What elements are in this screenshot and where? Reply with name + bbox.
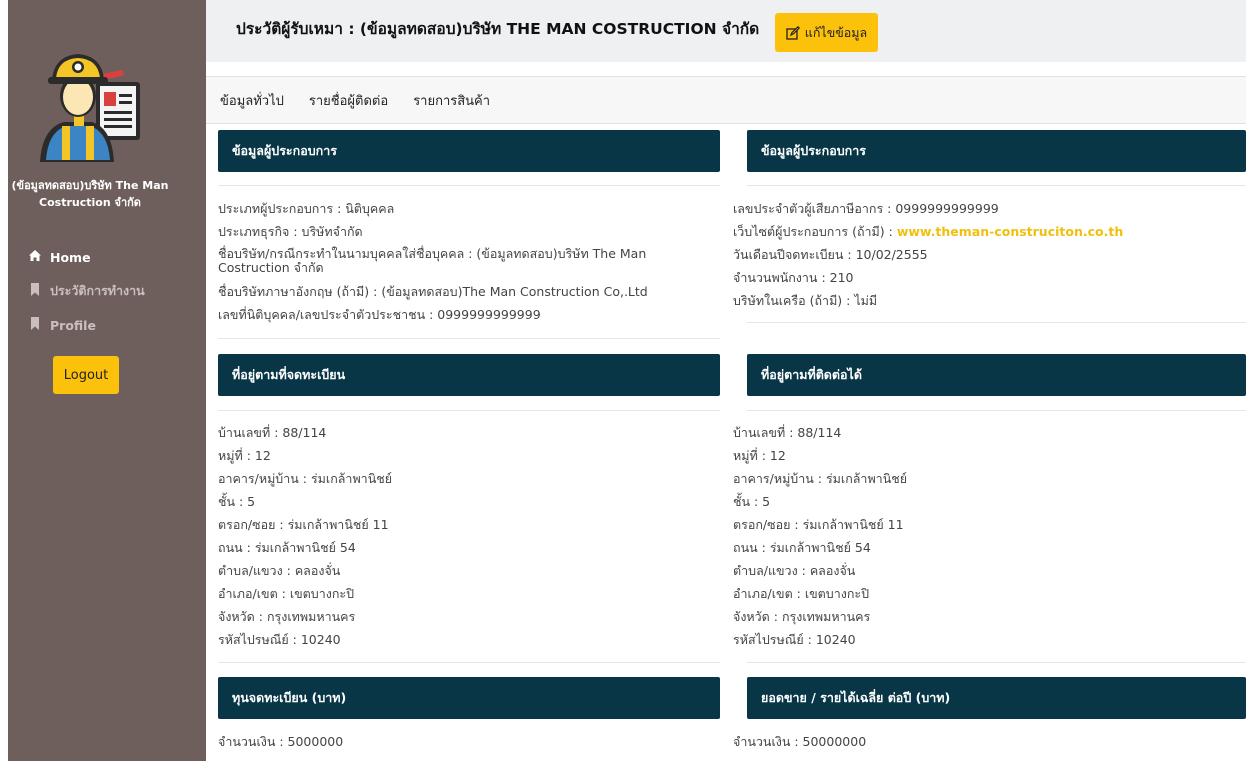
operator-type: ประเภทผู้ประกอบการ : นิติบุคคล [218,201,395,216]
postal-code: รหัสไปรษณีย์ : 10240 [218,632,341,647]
edit-info-button[interactable]: แก้ไขข้อมูล [775,13,878,52]
home-icon [28,249,42,265]
divider [747,662,1246,663]
road: ถนน : ร่มเกล้าพานิชย์ 54 [733,540,871,555]
average-revenue-header: ยอดขาย / รายได้เฉลี่ย ต่อปี (บาท) [747,677,1246,719]
house-number: บ้านเลขที่ : 88/114 [733,425,842,440]
sidebar-item-profile[interactable]: Profile [28,316,198,334]
sidebar-item-label: ประวัติการทำงาน [50,283,145,298]
tab-general-info[interactable]: ข้อมูลทั่วไป [220,90,284,111]
sidebar-nav: Home ประวัติการทำงาน Profile [28,248,198,350]
divider [218,338,720,339]
registered-capital-header: ทุนจดทะเบียน (บาท) [218,677,720,719]
website-row: เว็บไซต์ผู้ประกอบการ (ถ้ามี) : www.thema… [733,220,1246,243]
registered-address: บ้านเลขที่ : 88/114 หมู่ที่ : 12 อาคาร/ห… [218,421,720,651]
sidebar-item-home[interactable]: Home [28,248,198,266]
bookmark-icon [28,317,42,333]
company-name-th: ชื่อบริษัท/กรณีกระทำในนามบุคคลใส่ชื่อบุค… [218,246,647,275]
sidebar-item-label: Home [50,249,91,265]
website-label: เว็บไซต์ผู้ประกอบการ (ถ้ามี) : [733,224,897,239]
juristic-id: เลขที่นิติบุคคล/เลขประจำตัวประชาชน : 099… [218,307,541,322]
sidebar-item-label: Profile [50,317,96,333]
divider [218,662,720,663]
employee-count: จำนวนพนักงาน : 210 [733,270,854,285]
company-name-en: ชื่อบริษัทภาษาอังกฤษ (ถ้ามี) : (ข้อมูลทด… [218,284,648,299]
subdistrict: ตำบล/แขวง : คลองจั่น [733,563,856,578]
alley: ตรอก/ซอย : ร่มเกล้าพานิชย์ 11 [218,517,389,532]
page-header: ประวัติผู้รับเหมา : (ข้อมูลทดสอบ)บริษัท … [206,0,1246,62]
village-number: หมู่ที่ : 12 [218,448,271,463]
contact-address-header: ที่อยู่ตามที่ติดต่อได้ [747,354,1246,396]
capital-amount: จำนวนเงิน : 5000000 [218,734,344,749]
floor: ชั้น : 5 [733,494,771,509]
house-number: บ้านเลขที่ : 88/114 [218,425,327,440]
road: ถนน : ร่มเกล้าพานิชย์ 54 [218,540,356,555]
district: อำเภอ/เขต : เขตบางกะปิ [218,586,355,601]
business-type: ประเภทธุรกิจ : บริษัทจำกัด [218,224,363,239]
sidebar: (ข้อมูลทดสอบ)บริษัท The Man Costruction … [8,0,206,761]
logout-button[interactable]: Logout [53,356,119,394]
page-title: ประวัติผู้รับเหมา : (ข้อมูลทดสอบ)บริษัท … [236,20,760,38]
building: อาคาร/หมู่บ้าน : ร่มเกล้าพานิชย์ [218,471,393,486]
website-link[interactable]: www.theman-construciton.co.th [897,224,1123,239]
edit-info-label: แก้ไขข้อมูล [804,24,868,40]
registered-date: วันเดือนปีจดทะเบียน : 10/02/2555 [733,247,928,262]
registered-capital: จำนวนเงิน : 5000000 [218,730,720,753]
bookmark-icon [28,283,42,299]
alley: ตรอก/ซอย : ร่มเกล้าพานิชย์ 11 [733,517,904,532]
province: จังหวัด : กรุงเทพมหานคร [733,609,871,624]
subdistrict: ตำบล/แขวง : คลองจั่น [218,563,341,578]
building: อาคาร/หมู่บ้าน : ร่มเกล้าพานิชย์ [733,471,908,486]
divider [218,410,720,411]
operator-info-header: ข้อมูลผู้ประกอบการ [747,130,1246,172]
floor: ชั้น : 5 [218,494,256,509]
divider [218,185,720,186]
district: อำเภอ/เขต : เขตบางกะปิ [733,586,870,601]
operator-info-right: เลขประจำตัวผู้เสียภาษีอากร : 09999999999… [733,197,1246,312]
operator-info-header: ข้อมูลผู้ประกอบการ [218,130,720,172]
divider [747,410,1246,411]
tax-id: เลขประจำตัวผู้เสียภาษีอากร : 09999999999… [733,201,999,216]
divider [747,185,1246,186]
tab-bar: ข้อมูลทั่วไป รายชื่อผู้ติดต่อ รายการสินค… [206,76,1246,124]
divider [747,322,1246,323]
tab-products[interactable]: รายการสินค้า [413,90,490,111]
postal-code: รหัสไปรษณีย์ : 10240 [733,632,856,647]
revenue-amount: จำนวนเงิน : 50000000 [733,734,867,749]
operator-info-left: ประเภทผู้ประกอบการ : นิติบุคคล ประเภทธุร… [218,197,720,326]
average-revenue: จำนวนเงิน : 50000000 [733,730,1246,753]
contractor-avatar-icon [38,50,148,165]
sidebar-company-name: (ข้อมูลทดสอบ)บริษัท The Man Costruction … [11,179,169,209]
sidebar-item-work-history[interactable]: ประวัติการทำงาน [28,282,198,300]
contact-address: บ้านเลขที่ : 88/114 หมู่ที่ : 12 อาคาร/ห… [733,421,1246,651]
registered-address-header: ที่อยู่ตามที่จดทะเบียน [218,354,720,396]
village-number: หมู่ที่ : 12 [733,448,786,463]
tab-contacts[interactable]: รายชื่อผู้ติดต่อ [309,90,388,111]
affiliates: บริษัทในเครือ (ถ้ามี) : ไม่มี [733,293,878,308]
province: จังหวัด : กรุงเทพมหานคร [218,609,356,624]
edit-icon [786,25,800,40]
